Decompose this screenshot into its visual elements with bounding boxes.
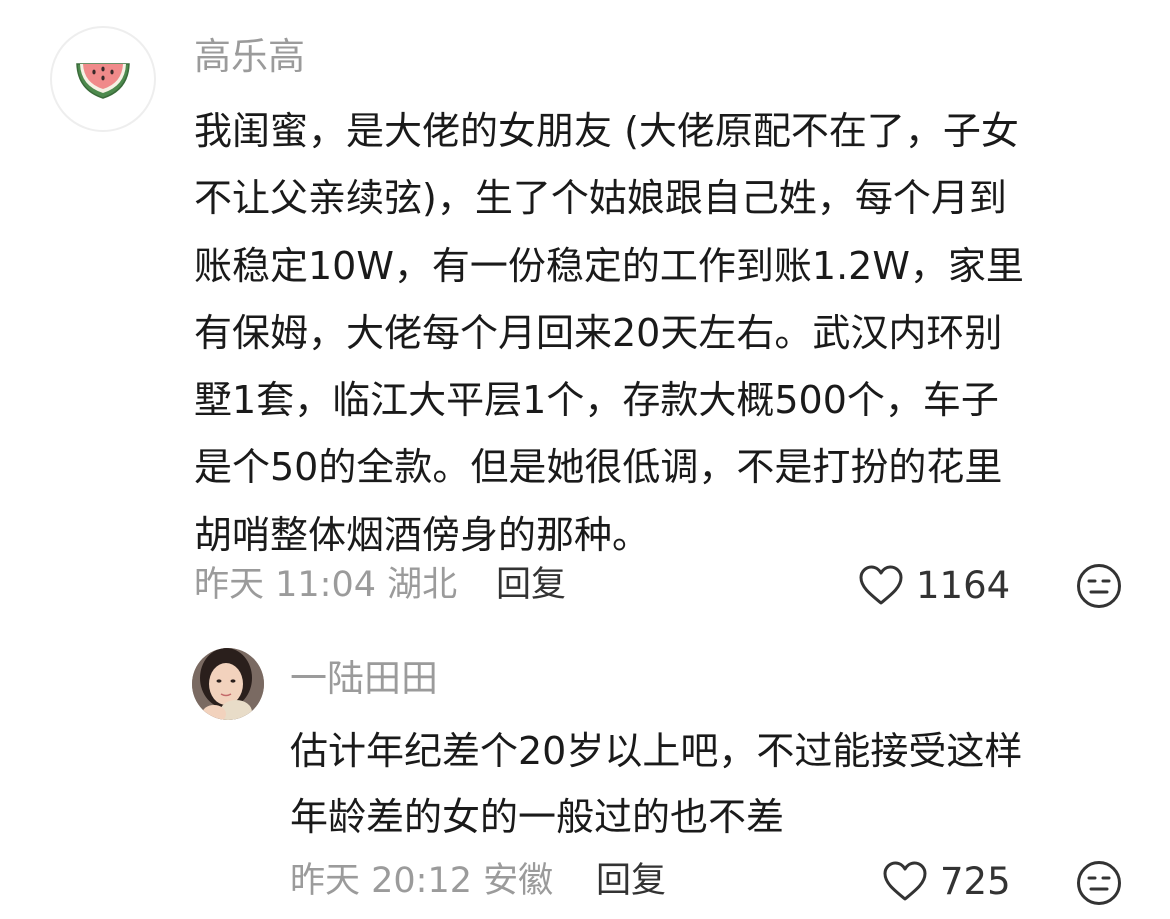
- heart-outline-icon: [859, 565, 903, 605]
- reply-body: 估计年纪差个20岁以上吧，不过能接受这样 年龄差的女的一般过的也不差: [290, 718, 1022, 850]
- expressionless-face-icon[interactable]: [1076, 860, 1122, 906]
- comment-line: 是个50的全款。但是她很低调，不是打扮的花里: [194, 445, 1003, 490]
- comment-line: 账稳定10W，有一份稳定的工作到账1.2W，家里: [194, 243, 1024, 288]
- comment-time: 昨天 11:04: [194, 565, 376, 605]
- reply-reply-button[interactable]: 回复: [596, 864, 666, 899]
- comment-body: 我闺蜜，是大佬的女朋友 (大佬原配不在了，子女 不让父亲续弦)，生了个姑娘跟自己…: [194, 98, 1024, 569]
- comment-line: 胡哨整体烟酒傍身的那种。: [194, 512, 651, 557]
- commenter-username[interactable]: 高乐高: [194, 38, 305, 75]
- user-photo-avatar: [192, 648, 264, 720]
- comment-location: 湖北: [387, 565, 458, 605]
- reply-username[interactable]: 一陆田田: [290, 660, 438, 697]
- expressionless-face-icon[interactable]: [1076, 563, 1122, 609]
- comment-meta: 昨天 11:04 湖北: [194, 568, 457, 603]
- reply-time: 昨天 20:12: [290, 861, 472, 901]
- reply-like-button[interactable]: 725: [882, 860, 1011, 902]
- like-button[interactable]: 1164: [858, 564, 1010, 606]
- reply-line: 估计年纪差个20岁以上吧，不过能接受这样: [290, 729, 1023, 773]
- watermelon-icon: [76, 63, 130, 99]
- reply-like-count: 725: [940, 859, 1011, 903]
- reply-location: 安徽: [483, 861, 554, 901]
- reply-meta: 昨天 20:12 安徽: [290, 864, 553, 899]
- commenter-avatar[interactable]: [50, 26, 156, 132]
- reply-avatar[interactable]: [192, 648, 264, 720]
- comment-line: 有保姆，大佬每个月回来20天左右。武汉内环别: [194, 310, 1003, 355]
- comment-line: 墅1套，临江大平层1个，存款大概500个，车子: [194, 378, 999, 423]
- comment-line: 我闺蜜，是大佬的女朋友 (大佬原配不在了，子女: [194, 109, 1019, 153]
- heart-outline-icon: [883, 861, 927, 901]
- like-count: 1164: [916, 563, 1011, 607]
- reply-button[interactable]: 回复: [496, 568, 566, 603]
- reply-line: 年龄差的女的一般过的也不差: [290, 795, 785, 839]
- comment-line: 不让父亲续弦)，生了个姑娘跟自己姓，每个月到: [194, 176, 1007, 221]
